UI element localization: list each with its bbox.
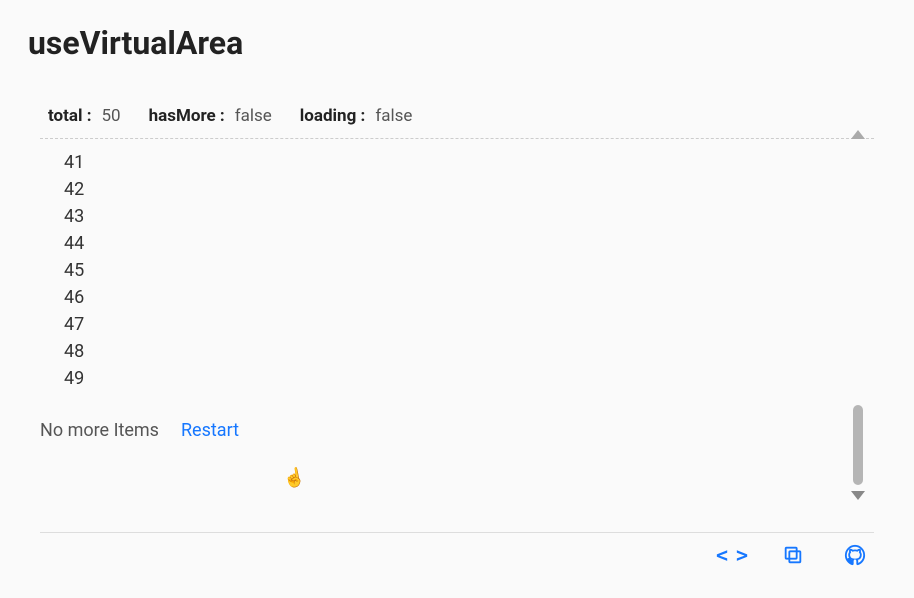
list-item: 48 bbox=[64, 338, 874, 365]
copy-icon[interactable] bbox=[782, 544, 804, 566]
scrollbar[interactable] bbox=[846, 130, 870, 500]
status-loading-value: false bbox=[375, 106, 412, 126]
status-total-value: 50 bbox=[102, 106, 121, 126]
action-bar: < > bbox=[720, 544, 866, 566]
restart-link[interactable]: Restart bbox=[181, 420, 239, 441]
cursor-hand-icon: ☝ bbox=[281, 466, 307, 491]
status-hasmore-value: false bbox=[235, 106, 272, 126]
divider bbox=[40, 532, 874, 533]
list-item: 49 bbox=[64, 365, 874, 392]
code-icon[interactable]: < > bbox=[720, 544, 742, 566]
status-hasmore-label: hasMore : bbox=[149, 106, 225, 126]
demo-panel: total : 50 hasMore : false loading : fal… bbox=[40, 106, 874, 441]
list-item: 45 bbox=[64, 257, 874, 284]
list-item: 44 bbox=[64, 230, 874, 257]
no-more-text: No more Items bbox=[40, 420, 159, 441]
list-item: 47 bbox=[64, 311, 874, 338]
virtual-list[interactable]: 41 42 43 44 45 46 47 48 49 bbox=[40, 139, 874, 392]
list-item: 42 bbox=[64, 176, 874, 203]
list-item: 46 bbox=[64, 284, 874, 311]
list-item: 43 bbox=[64, 203, 874, 230]
status-total-label: total : bbox=[48, 106, 92, 126]
scroll-track[interactable] bbox=[853, 145, 863, 485]
status-loading-label: loading : bbox=[300, 106, 366, 126]
github-icon[interactable] bbox=[844, 544, 866, 566]
scroll-up-arrow-icon[interactable] bbox=[851, 130, 865, 139]
list-footer: No more Items Restart bbox=[40, 392, 874, 441]
page-title: useVirtualArea bbox=[0, 0, 914, 62]
status-bar: total : 50 hasMore : false loading : fal… bbox=[40, 106, 874, 139]
scroll-thumb[interactable] bbox=[853, 405, 863, 485]
scroll-down-arrow-icon[interactable] bbox=[851, 491, 865, 500]
list-item: 41 bbox=[64, 149, 874, 176]
